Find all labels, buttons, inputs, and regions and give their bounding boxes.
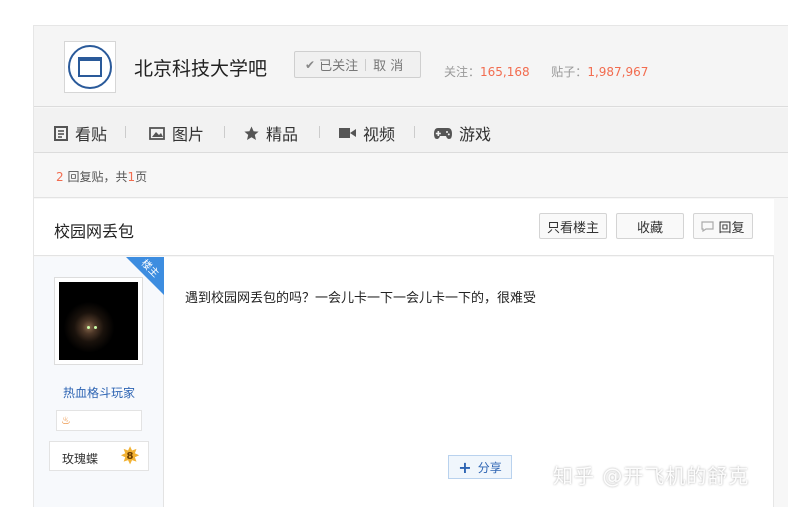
page-count: 1 bbox=[127, 170, 136, 184]
nav-label: 精品 bbox=[266, 125, 299, 144]
level-badge: ✸ 8 bbox=[119, 444, 141, 468]
author-title-badge[interactable]: 玫瑰蝶 ✸ 8 bbox=[49, 441, 149, 471]
right-side-strip bbox=[773, 255, 788, 507]
post-content: 遇到校园网丢包的吗？一会儿卡一下一会儿卡一下的，很难受 bbox=[185, 291, 537, 306]
author-panel: 楼主 热血格斗玩家 ♨ 玫瑰蝶 ✸ 8 bbox=[34, 257, 164, 507]
flame-icon: ♨ bbox=[61, 414, 71, 427]
follow-button[interactable]: ✔ 已关注 取 消 bbox=[294, 51, 421, 78]
star-icon bbox=[244, 126, 259, 140]
post-count: 1,987,967 bbox=[587, 65, 649, 79]
check-icon: ✔ bbox=[305, 57, 316, 72]
nav-label: 图片 bbox=[172, 125, 205, 144]
zhihu-watermark: 知乎 @开飞机的舒克 bbox=[553, 464, 750, 488]
page: 北京科技大学吧 ✔ 已关注 取 消 关注：165,168 贴子：1,987,96… bbox=[0, 0, 788, 507]
cat-avatar-image bbox=[59, 282, 138, 360]
author-username[interactable]: 热血格斗玩家 bbox=[34, 384, 164, 401]
reply-summary: 2 回复贴，共1页 bbox=[34, 154, 788, 198]
share-label: 分享 bbox=[477, 460, 502, 475]
comment-icon bbox=[701, 220, 715, 232]
forum-nav: 看贴 图片 精品 视频 游戏 bbox=[34, 108, 788, 153]
forum-header: 北京科技大学吧 ✔ 已关注 取 消 关注：165,168 贴子：1,987,96… bbox=[34, 26, 788, 107]
favorite-button[interactable]: 收藏 bbox=[616, 213, 684, 239]
nav-item-games[interactable]: 游戏 bbox=[434, 121, 491, 145]
follow-count: 165,168 bbox=[480, 65, 530, 79]
author-title: 玫瑰蝶 bbox=[62, 452, 99, 466]
nav-item-videos[interactable]: 视频 bbox=[339, 121, 395, 145]
reply-count: 2 bbox=[56, 170, 64, 184]
nav-label: 看贴 bbox=[75, 125, 108, 144]
image-icon bbox=[149, 126, 165, 140]
avatar[interactable] bbox=[54, 277, 143, 365]
author-level-icons: ♨ bbox=[56, 410, 142, 431]
gamepad-icon bbox=[434, 127, 452, 139]
post-title: 校园网丢包 bbox=[54, 222, 135, 241]
followed-label: 已关注 bbox=[319, 59, 359, 74]
level-number: 8 bbox=[126, 450, 134, 462]
reply-button-label: 回复 bbox=[718, 220, 745, 236]
follow-count-label: 关注： bbox=[444, 65, 481, 79]
forum-frame: 北京科技大学吧 ✔ 已关注 取 消 关注：165,168 贴子：1,987,96… bbox=[33, 25, 788, 507]
nav-item-posts[interactable]: 看贴 bbox=[54, 121, 107, 145]
nav-item-featured[interactable]: 精品 bbox=[244, 121, 298, 145]
forum-name[interactable]: 北京科技大学吧 bbox=[134, 54, 267, 81]
forum-logo[interactable] bbox=[64, 41, 116, 93]
nav-label: 视频 bbox=[363, 125, 396, 144]
post-count-label: 贴子： bbox=[551, 65, 588, 79]
only-op-button[interactable]: 只看楼主 bbox=[539, 213, 607, 239]
nav-label: 游戏 bbox=[459, 125, 492, 144]
share-plus-icon: + bbox=[458, 457, 472, 477]
page-text: 页 bbox=[135, 170, 148, 184]
share-button[interactable]: + 分享 bbox=[448, 455, 512, 479]
divider bbox=[365, 58, 367, 71]
post-title-bar: 校园网丢包 只看楼主 收藏 回复 bbox=[34, 199, 774, 256]
video-icon bbox=[339, 128, 356, 138]
reply-button[interactable]: 回复 bbox=[693, 213, 753, 239]
university-emblem-icon bbox=[68, 45, 112, 89]
document-icon bbox=[54, 125, 68, 141]
forum-stats: 关注：165,168 贴子：1,987,967 bbox=[444, 63, 648, 80]
cancel-follow-button[interactable]: 取 消 bbox=[373, 55, 403, 74]
reply-text: 回复贴，共 bbox=[67, 170, 128, 184]
nav-item-images[interactable]: 图片 bbox=[149, 121, 204, 145]
